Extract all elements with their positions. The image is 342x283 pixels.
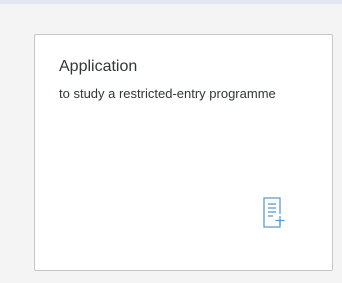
application-tile[interactable]: Application to study a restricted-entry … [34, 34, 333, 271]
tile-subtitle: to study a restricted-entry programme [59, 86, 276, 101]
tile-title: Application [59, 58, 138, 75]
header-divider [0, 0, 342, 4]
document-add-icon [263, 197, 285, 228]
